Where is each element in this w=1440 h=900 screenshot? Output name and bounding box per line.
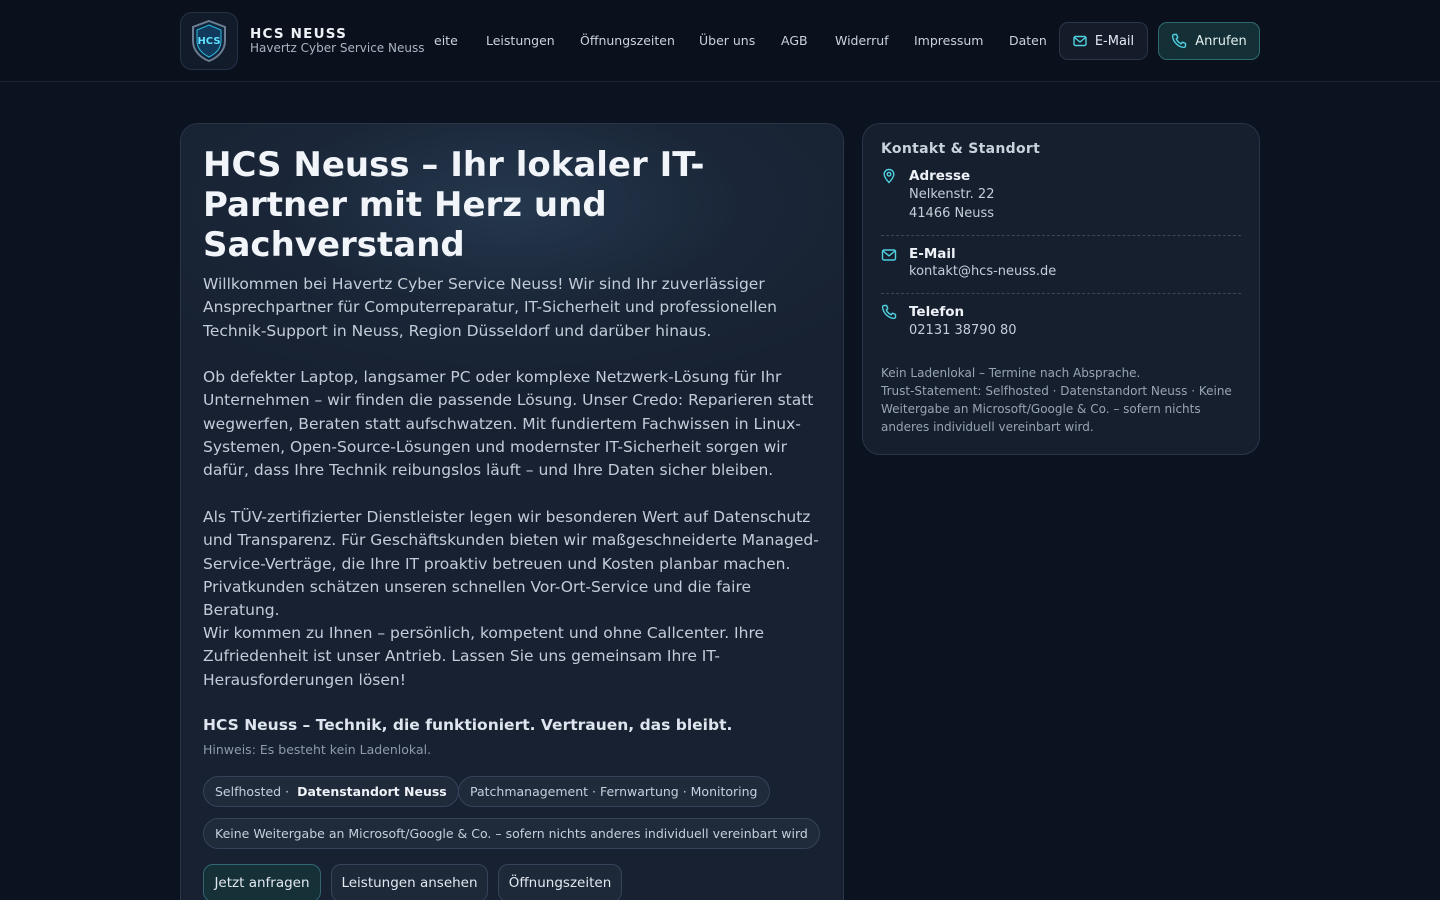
chip-selfhosted: Selfhosted · Datenstandort Neuss <box>203 776 459 807</box>
nav-link-startseite[interactable]: eite <box>434 33 458 48</box>
brand-subtitle: Havertz Cyber Service Neuss <box>250 41 425 55</box>
intro-paragraph: Willkommen bei Havertz Cyber Service Neu… <box>203 275 778 340</box>
phone-label: Telefon <box>909 304 965 320</box>
divider <box>881 293 1241 294</box>
shield-logo-icon: HCS <box>192 19 226 63</box>
email-link[interactable]: kontakt@hcs-neuss.de <box>909 264 1056 279</box>
nav-link-oeffnungszeiten[interactable]: Öffnungszeiten <box>580 33 675 48</box>
mail-icon <box>881 249 897 261</box>
address-label: Adresse <box>909 168 971 184</box>
divider <box>881 235 1241 236</box>
chip-selfhosted-prefix: Selfhosted · <box>215 784 290 799</box>
mail-icon <box>1073 35 1087 47</box>
nav-link-datenschutz[interactable]: Daten <box>1009 33 1047 48</box>
phone-icon <box>881 304 897 320</box>
services-button[interactable]: Leistungen ansehen <box>331 864 488 900</box>
contact-title: Kontakt & Standort <box>881 141 1041 157</box>
svg-text:HCS: HCS <box>197 36 220 47</box>
trust-statement: Trust-Statement: Selfhosted · Datenstand… <box>881 384 1232 434</box>
nav-link-impressum[interactable]: Impressum <box>914 33 983 48</box>
certification-paragraph: Als TÜV-zertifizierter Dienstleister leg… <box>203 508 819 620</box>
address-line-2: 41466 Neuss <box>909 206 994 221</box>
nav-link-ueber-uns[interactable]: Über uns <box>699 33 755 48</box>
appointment-note: Kein Ladenlokal – Termine nach Absprache… <box>881 366 1141 380</box>
no-store-hint: Hinweis: Es besteht kein Ladenlokal. <box>203 742 432 757</box>
call-button-label: Anrufen <box>1195 33 1247 49</box>
location-pin-icon <box>883 168 895 184</box>
chip-patchmanagement: Patchmanagement · Fernwartung · Monitori… <box>458 776 770 807</box>
request-button[interactable]: Jetzt anfragen <box>203 864 321 900</box>
address-line-1: Nelkenstr. 22 <box>909 187 995 202</box>
email-button[interactable]: E-Mail <box>1059 22 1148 60</box>
email-button-label: E-Mail <box>1094 33 1135 49</box>
phone-link[interactable]: 02131 38790 80 <box>909 323 1017 338</box>
phone-icon <box>1172 33 1187 49</box>
call-button[interactable]: Anrufen <box>1158 22 1260 60</box>
chip-no-data-sharing: Keine Weitergabe an Microsoft/Google & C… <box>203 818 820 849</box>
logo[interactable]: HCS <box>180 12 238 70</box>
hours-button[interactable]: Öffnungszeiten <box>498 864 622 900</box>
brand-title: HCS NEUSS <box>250 26 348 42</box>
service-paragraph: Ob defekter Laptop, langsamer PC oder ko… <box>203 368 814 480</box>
nav-link-agb[interactable]: AGB <box>781 33 808 48</box>
nav-link-leistungen[interactable]: Leistungen <box>486 33 555 48</box>
email-label: E-Mail <box>909 246 956 262</box>
chip-selfhosted-bold: Datenstandort Neuss <box>297 784 447 799</box>
slogan: HCS Neuss – Technik, die funktioniert. V… <box>203 716 733 734</box>
nav-link-widerruf[interactable]: Widerruf <box>835 33 889 48</box>
page-title: HCS Neuss – Ihr lokaler IT-Partner mit H… <box>203 145 705 265</box>
closing-paragraph: Wir kommen zu Ihnen – persönlich, kompet… <box>203 624 765 689</box>
